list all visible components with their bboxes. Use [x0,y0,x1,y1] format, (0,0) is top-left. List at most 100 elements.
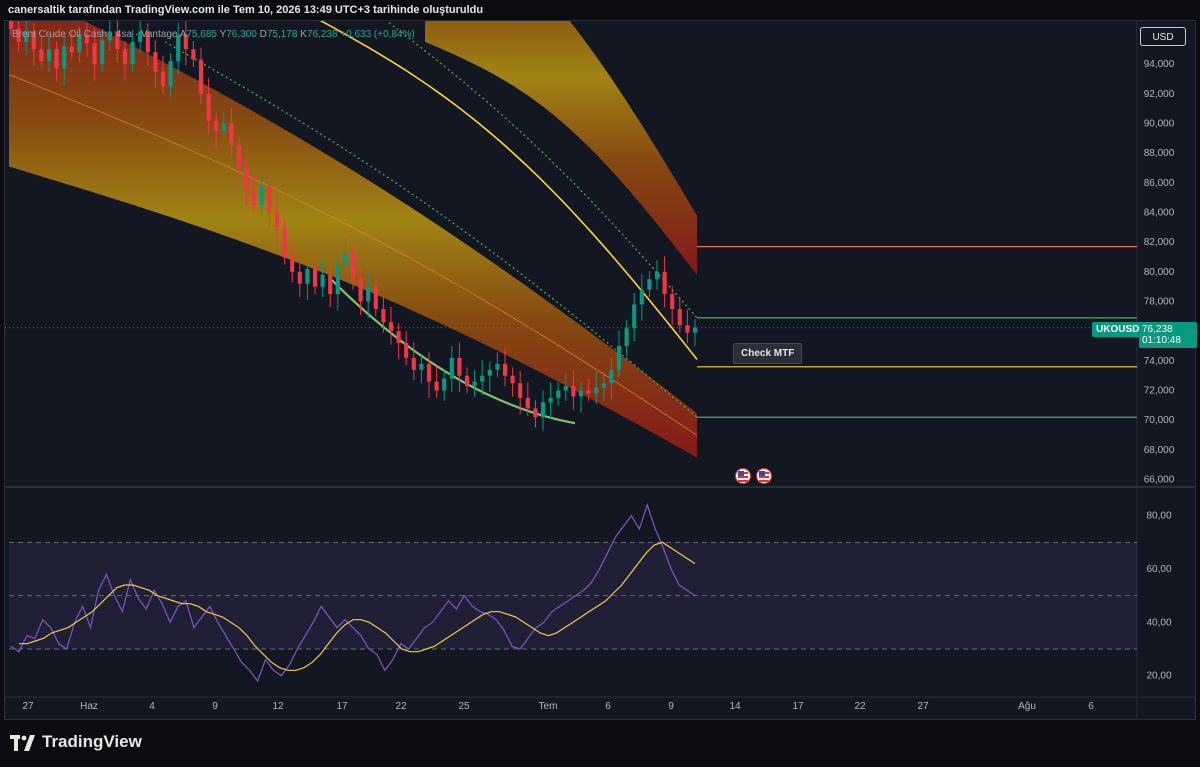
price-axis-label: 90,000 [1144,118,1175,129]
candle-body [616,346,622,370]
candle-body [350,254,356,280]
footer [0,722,1200,767]
time-axis-label: 22 [854,701,866,712]
candle-body [449,357,454,379]
candle-body [654,271,660,280]
candle-body [335,264,340,295]
time-axis-label: 12 [272,701,284,712]
upper-band [425,21,697,275]
candle-body [168,61,173,87]
candle-body [100,40,105,65]
us-flag-icon[interactable] [735,468,751,484]
candle-body [442,378,447,391]
candle-body [236,145,242,168]
time-axis-label: 27 [917,701,929,712]
close-label: K [300,29,307,40]
price-tag-box: 76,238 01:10:48 [1139,322,1197,348]
open-value: 75,685 [186,29,217,40]
price-axis-label: 88,000 [1144,148,1175,159]
candle-body [153,52,158,72]
time-axis-label: 9 [212,701,218,712]
candle-body [571,386,576,397]
time-axis-label: Tem [539,701,558,712]
candle-body [46,49,52,62]
candle-body [426,363,432,382]
candle-body [472,381,477,387]
price-tag-countdown: 01:10:48 [1142,335,1181,346]
change-value: +0,633 (+0,84%) [340,29,415,40]
tradingview-logo-text[interactable]: TradingView [42,732,142,752]
candle-body [267,185,272,213]
candle-body [487,369,492,376]
candle-body [670,294,675,309]
symbol-legend[interactable]: Brent Crude Oil Cash · 4sa · Vantage A75… [12,29,415,40]
candle-body [464,375,470,387]
price-axis-label: 82,000 [1144,237,1175,248]
candle-body [130,41,135,65]
price-tag-symbol: UKOUSD [1092,322,1144,337]
price-axis-label: 78,000 [1144,297,1175,308]
candle-body [685,325,690,333]
candle-body [563,386,568,391]
candle-body [601,383,606,388]
candle-body [297,271,302,284]
candle-body [502,363,508,376]
candle-body [8,21,14,29]
close-value: 76,238 [306,29,338,40]
chart-canvas[interactable]: 94,000 92,000 90,000 88,000 86,000 84,000 82,0… [5,21,1195,719]
candle-body [411,357,416,370]
chart-frame[interactable]: 94,000 92,000 90,000 88,000 86,000 84,000 82,0… [4,20,1196,720]
candle-body [662,271,667,295]
low-value: 75,178 [266,29,298,40]
candle-body [396,331,401,344]
price-axis-label: 74,000 [1144,356,1175,367]
candle-body [381,308,386,323]
tradingview-logo-icon[interactable] [10,735,36,751]
check-mtf-label[interactable]: Check MTF [733,343,803,364]
candle-body [358,279,363,302]
oscillator-axis-label: 80,00 [1146,511,1171,522]
price-axis-label: 84,000 [1144,207,1175,218]
candle-body [594,387,599,394]
time-axis-label: 14 [729,701,741,712]
currency-button[interactable]: USD [1140,27,1186,46]
high-value: 76,300 [226,29,257,40]
candle-body [92,43,97,65]
time-axis-label: 4 [149,701,155,712]
last-price-tag: UKOUSD 76,238 01:10:48 [1092,322,1197,348]
candle-body [639,289,644,305]
us-flag-icon[interactable] [756,468,772,484]
price-axis-label: 66,000 [1144,475,1175,486]
chart-caption: canersaltik tarafından TradingView.com i… [8,4,484,16]
candle-body [198,59,204,94]
candle-body [457,357,462,376]
candle-body [692,327,698,333]
candle-body [282,227,287,257]
candle-body [244,167,249,191]
candle-body [214,120,219,131]
candle-body [388,322,394,332]
oscillator-axis-label: 20,00 [1146,671,1171,682]
time-axis-label: 25 [458,701,470,712]
candle-body [373,286,378,309]
candle-body [495,363,500,370]
price-axis-label: 94,000 [1144,59,1175,70]
time-axis-label: 17 [336,701,348,712]
price-axis-label: 70,000 [1144,415,1175,426]
time-axis-label: 6 [605,701,611,712]
candle-body [548,397,553,403]
candle-body [404,343,409,358]
candle-body [647,279,652,290]
candle-body [229,123,234,146]
candle-body [259,185,264,206]
candle-body [221,123,226,131]
price-axis-label: 86,000 [1144,178,1175,189]
candle-body [518,383,523,398]
oscillator-axis-label: 40,00 [1146,617,1171,628]
price-axis-label: 72,000 [1144,386,1175,397]
candle-body [320,274,325,287]
time-axis-label: Haz [80,701,98,712]
candle-body [191,49,196,60]
candle-body [533,408,538,418]
candle-body [419,363,424,370]
